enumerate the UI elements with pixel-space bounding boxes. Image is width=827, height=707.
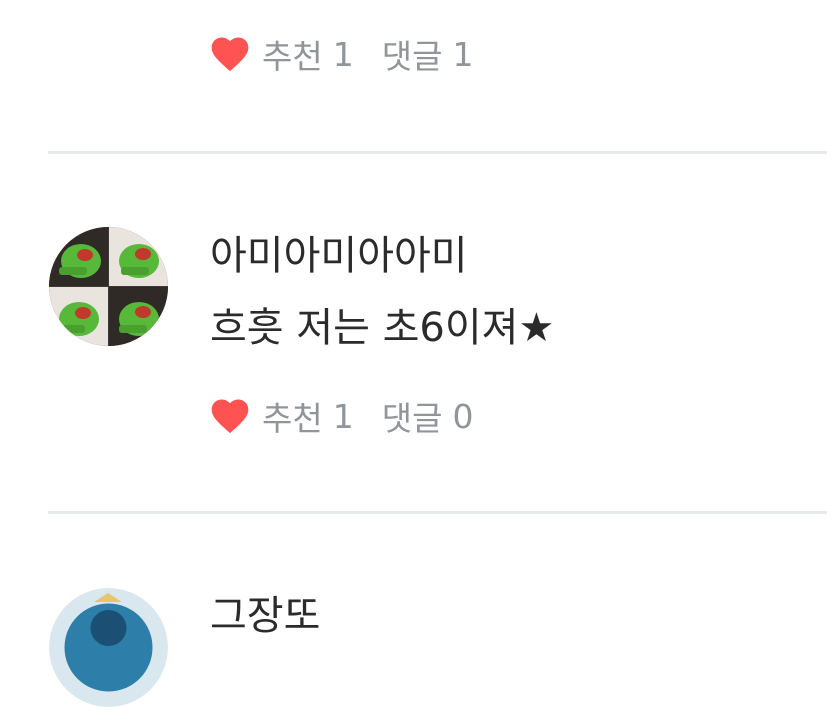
- reply-count: 1: [452, 34, 474, 74]
- like-label: 추천: [262, 37, 323, 76]
- comment-username[interactable]: 아미아미아아미: [210, 236, 468, 276]
- comment-footer: 추천 1 댓글 0: [208, 394, 473, 438]
- heart-icon[interactable]: [208, 394, 252, 438]
- comment-username[interactable]: 그장또: [210, 596, 320, 636]
- comment-footer: 추천 1 댓글 1: [208, 32, 473, 76]
- reply-count-button[interactable]: 댓글 1: [382, 30, 474, 78]
- comment-divider: [48, 151, 827, 154]
- reply-count: 0: [452, 396, 474, 436]
- like-count-button[interactable]: 추천 1: [262, 30, 354, 78]
- like-count: 1: [332, 34, 354, 74]
- heart-icon[interactable]: [208, 32, 252, 76]
- comment-divider: [48, 511, 827, 514]
- avatar-image: [49, 588, 168, 707]
- like-count: 1: [332, 396, 354, 436]
- comment-text: 흐흣 저는 초6이져★: [210, 305, 555, 351]
- like-count-button[interactable]: 추천 1: [262, 392, 354, 440]
- reply-label: 댓글: [381, 37, 443, 76]
- frog-avatar[interactable]: [49, 227, 168, 346]
- like-label: 추천: [262, 399, 323, 438]
- reply-label: 댓글: [381, 399, 443, 438]
- reply-count-button[interactable]: 댓글 0: [382, 392, 474, 440]
- avatar-image: [49, 227, 168, 346]
- blue-circle-avatar[interactable]: [49, 588, 168, 707]
